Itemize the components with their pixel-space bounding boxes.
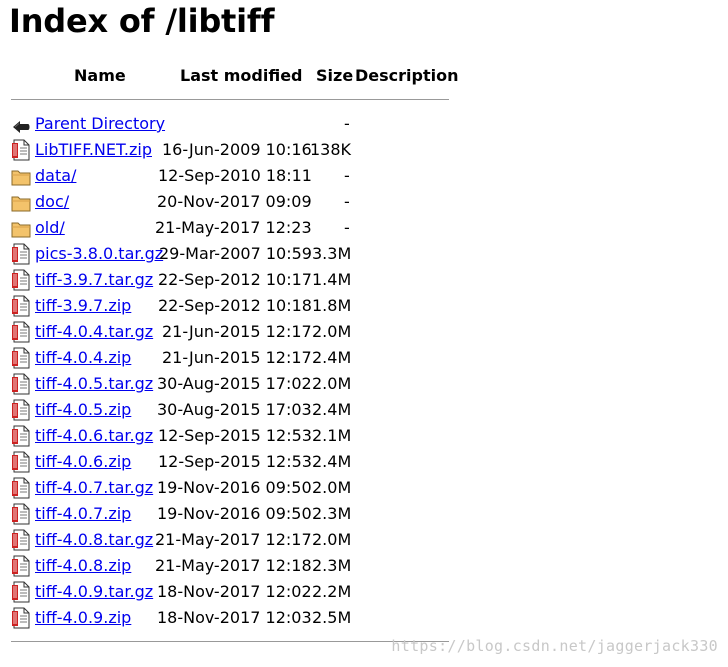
file-link[interactable]: tiff-4.0.4.tar.gz (35, 322, 153, 341)
size-cell: - (344, 218, 350, 237)
sort-by-size-link[interactable]: Size (316, 66, 353, 85)
page-title: Index of /libtiff (9, 2, 275, 40)
last-modified-cell: 21-Jun-2015 12:17 (162, 322, 312, 341)
size-cell: - (344, 114, 350, 133)
size-cell: 2.4M (312, 400, 352, 419)
last-modified-cell: 21-May-2017 12:18 (155, 556, 312, 575)
file-link[interactable]: LibTIFF.NET.zip (35, 140, 152, 159)
archive-file-icon (11, 451, 31, 473)
archive-file-icon (11, 347, 31, 369)
file-link[interactable]: tiff-4.0.4.zip (35, 348, 131, 367)
size-cell: 1.4M (312, 270, 352, 289)
archive-file-icon (11, 529, 31, 551)
archive-file-icon (11, 139, 31, 161)
size-cell: 1.8M (312, 296, 352, 315)
file-link[interactable]: tiff-4.0.7.zip (35, 504, 131, 523)
file-link[interactable]: tiff-4.0.8.zip (35, 556, 131, 575)
file-link[interactable]: tiff-3.9.7.zip (35, 296, 131, 315)
size-cell: 2.0M (312, 374, 352, 393)
size-cell: 2.3M (312, 556, 352, 575)
size-cell: 2.4M (312, 452, 352, 471)
last-modified-cell: 30-Aug-2015 17:03 (157, 400, 312, 419)
size-cell: 2.0M (312, 478, 352, 497)
file-link[interactable]: old/ (35, 218, 65, 237)
back-icon (11, 113, 31, 135)
file-link[interactable]: tiff-4.0.8.tar.gz (35, 530, 153, 549)
file-link[interactable]: tiff-4.0.6.zip (35, 452, 131, 471)
last-modified-cell: 16-Jun-2009 10:16 (162, 140, 312, 159)
size-cell: - (344, 192, 350, 211)
file-link[interactable]: data/ (35, 166, 76, 185)
folder-icon (11, 191, 31, 213)
last-modified-cell: 20-Nov-2017 09:09 (157, 192, 312, 211)
file-link[interactable]: tiff-4.0.6.tar.gz (35, 426, 153, 445)
last-modified-cell: 21-May-2017 12:23 (155, 218, 312, 237)
last-modified-cell: 18-Nov-2017 12:02 (157, 582, 312, 601)
last-modified-cell: 22-Sep-2012 10:18 (158, 296, 312, 315)
size-cell: 2.0M (312, 530, 352, 549)
last-modified-cell: 29-Mar-2007 10:59 (159, 244, 312, 263)
archive-file-icon (11, 269, 31, 291)
archive-file-icon (11, 243, 31, 265)
size-cell: 2.1M (312, 426, 352, 445)
file-link[interactable]: tiff-4.0.9.tar.gz (35, 582, 153, 601)
sort-by-last-modified-link[interactable]: Last modified (180, 66, 303, 85)
archive-file-icon (11, 295, 31, 317)
last-modified-cell: 12-Sep-2015 12:53 (158, 426, 312, 445)
archive-file-icon (11, 503, 31, 525)
footer-divider (11, 641, 449, 642)
size-cell: 2.5M (312, 608, 352, 627)
size-cell: 2.2M (312, 582, 352, 601)
size-cell: 138K (310, 140, 352, 159)
header-divider (11, 99, 449, 100)
last-modified-cell: 21-May-2017 12:17 (155, 530, 312, 549)
file-link[interactable]: tiff-3.9.7.tar.gz (35, 270, 153, 289)
last-modified-cell: 12-Sep-2015 12:53 (158, 452, 312, 471)
watermark: https://blog.csdn.net/jaggerjack330 (391, 637, 718, 655)
last-modified-cell: 22-Sep-2012 10:17 (158, 270, 312, 289)
last-modified-cell: 19-Nov-2016 09:50 (157, 478, 312, 497)
archive-file-icon (11, 425, 31, 447)
last-modified-cell: 30-Aug-2015 17:02 (157, 374, 312, 393)
file-link[interactable]: tiff-4.0.9.zip (35, 608, 131, 627)
last-modified-cell: 21-Jun-2015 12:17 (162, 348, 312, 367)
file-link[interactable]: Parent Directory (35, 114, 165, 133)
archive-file-icon (11, 373, 31, 395)
archive-file-icon (11, 477, 31, 499)
file-link[interactable]: pics-3.8.0.tar.gz (35, 244, 163, 263)
sort-by-description-link[interactable]: Description (355, 66, 458, 85)
file-link[interactable]: tiff-4.0.5.zip (35, 400, 131, 419)
file-link[interactable]: tiff-4.0.7.tar.gz (35, 478, 153, 497)
archive-file-icon (11, 581, 31, 603)
last-modified-cell: 19-Nov-2016 09:50 (157, 504, 312, 523)
folder-icon (11, 217, 31, 239)
file-link[interactable]: doc/ (35, 192, 69, 211)
archive-file-icon (11, 555, 31, 577)
last-modified-cell: 12-Sep-2010 18:11 (158, 166, 312, 185)
folder-icon (11, 165, 31, 187)
archive-file-icon (11, 321, 31, 343)
size-cell: 2.3M (312, 504, 352, 523)
size-cell: 3.3M (312, 244, 352, 263)
archive-file-icon (11, 399, 31, 421)
size-cell: - (344, 166, 350, 185)
file-link[interactable]: tiff-4.0.5.tar.gz (35, 374, 153, 393)
archive-file-icon (11, 607, 31, 629)
sort-by-name-link[interactable]: Name (74, 66, 126, 85)
size-cell: 2.4M (312, 348, 352, 367)
last-modified-cell: 18-Nov-2017 12:03 (157, 608, 312, 627)
size-cell: 2.0M (312, 322, 352, 341)
